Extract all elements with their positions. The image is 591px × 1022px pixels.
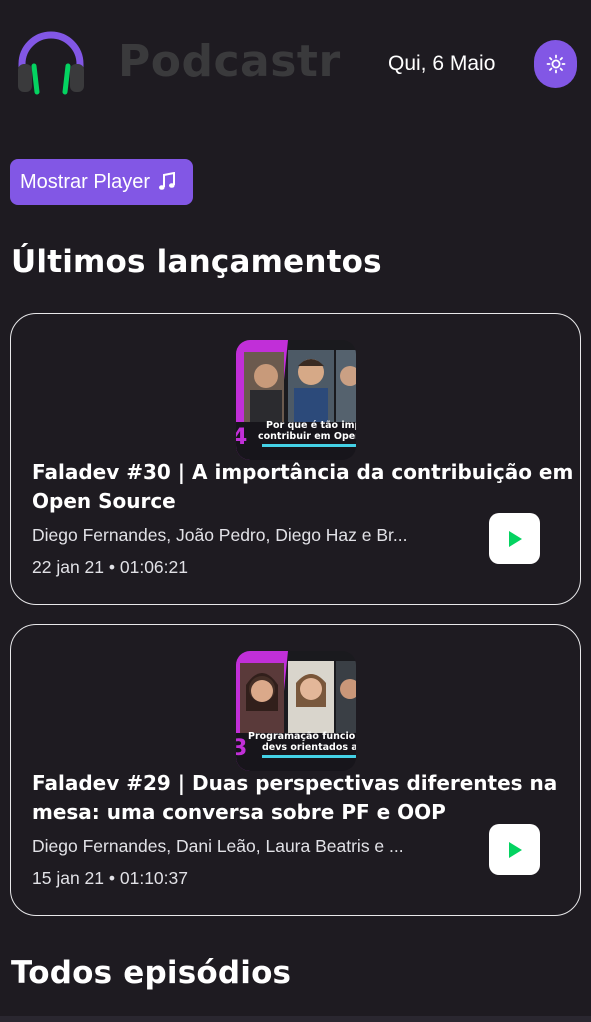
episode-members: Diego Fernandes, João Pedro, Diego Haz e… [32, 525, 408, 545]
current-date: Qui, 6 Maio [388, 52, 496, 75]
theme-toggle-button[interactable] [534, 40, 577, 88]
play-icon [508, 841, 522, 858]
thumbnail-caption: devs orientados a o [262, 742, 356, 753]
brand-name: Podcastr [118, 36, 341, 87]
episode-date: 15 jan 21 [32, 868, 105, 888]
show-player-button[interactable]: Mostrar Player [10, 159, 193, 205]
episode-meta: 15 jan 21 • 01:10:37 [32, 868, 188, 888]
episode-meta: 22 jan 21 • 01:06:21 [32, 557, 188, 577]
episode-duration: 01:10:37 [119, 868, 188, 888]
thumbnail-caption: Programação funcion [248, 731, 356, 742]
latest-releases-title: Últimos lançamentos [11, 244, 382, 280]
headphones-icon [18, 31, 84, 95]
thumbnail-number: 4 [236, 425, 247, 450]
episode-date: 22 jan 21 [32, 557, 105, 577]
app-root: Podcastr Qui, 6 Maio Mostrar Player Últi… [0, 0, 591, 1022]
episode-duration: 01:06:21 [119, 557, 188, 577]
play-button[interactable] [489, 824, 540, 875]
play-icon [508, 530, 522, 547]
header: Podcastr Qui, 6 Maio [0, 0, 591, 130]
sun-icon [546, 54, 565, 74]
thumbnail-caption: contribuir em Open S [258, 431, 356, 442]
play-button[interactable] [489, 513, 540, 564]
table-header-edge [0, 1016, 591, 1022]
episode-members: Diego Fernandes, Dani Leão, Laura Beatri… [32, 836, 404, 856]
episode-thumbnail: 4 Por que é tão imp contribuir em Open S [236, 340, 356, 460]
music-note-icon [159, 172, 176, 190]
episode-card[interactable]: 3 Programação funcion devs orientados a … [10, 624, 581, 916]
episode-thumbnail: 3 Programação funcion devs orientados a … [236, 651, 356, 771]
episode-card[interactable]: 4 Por que é tão imp contribuir em Open S… [10, 313, 581, 605]
all-episodes-title: Todos episódios [11, 955, 292, 991]
episode-title[interactable]: Faladev #29 | Duas perspectivas diferent… [32, 769, 577, 827]
show-player-label: Mostrar Player [20, 170, 151, 193]
thumbnail-caption: Por que é tão imp [266, 420, 356, 431]
thumbnail-number: 3 [236, 736, 247, 761]
episode-title[interactable]: Faladev #30 | A importância da contribui… [32, 458, 577, 516]
